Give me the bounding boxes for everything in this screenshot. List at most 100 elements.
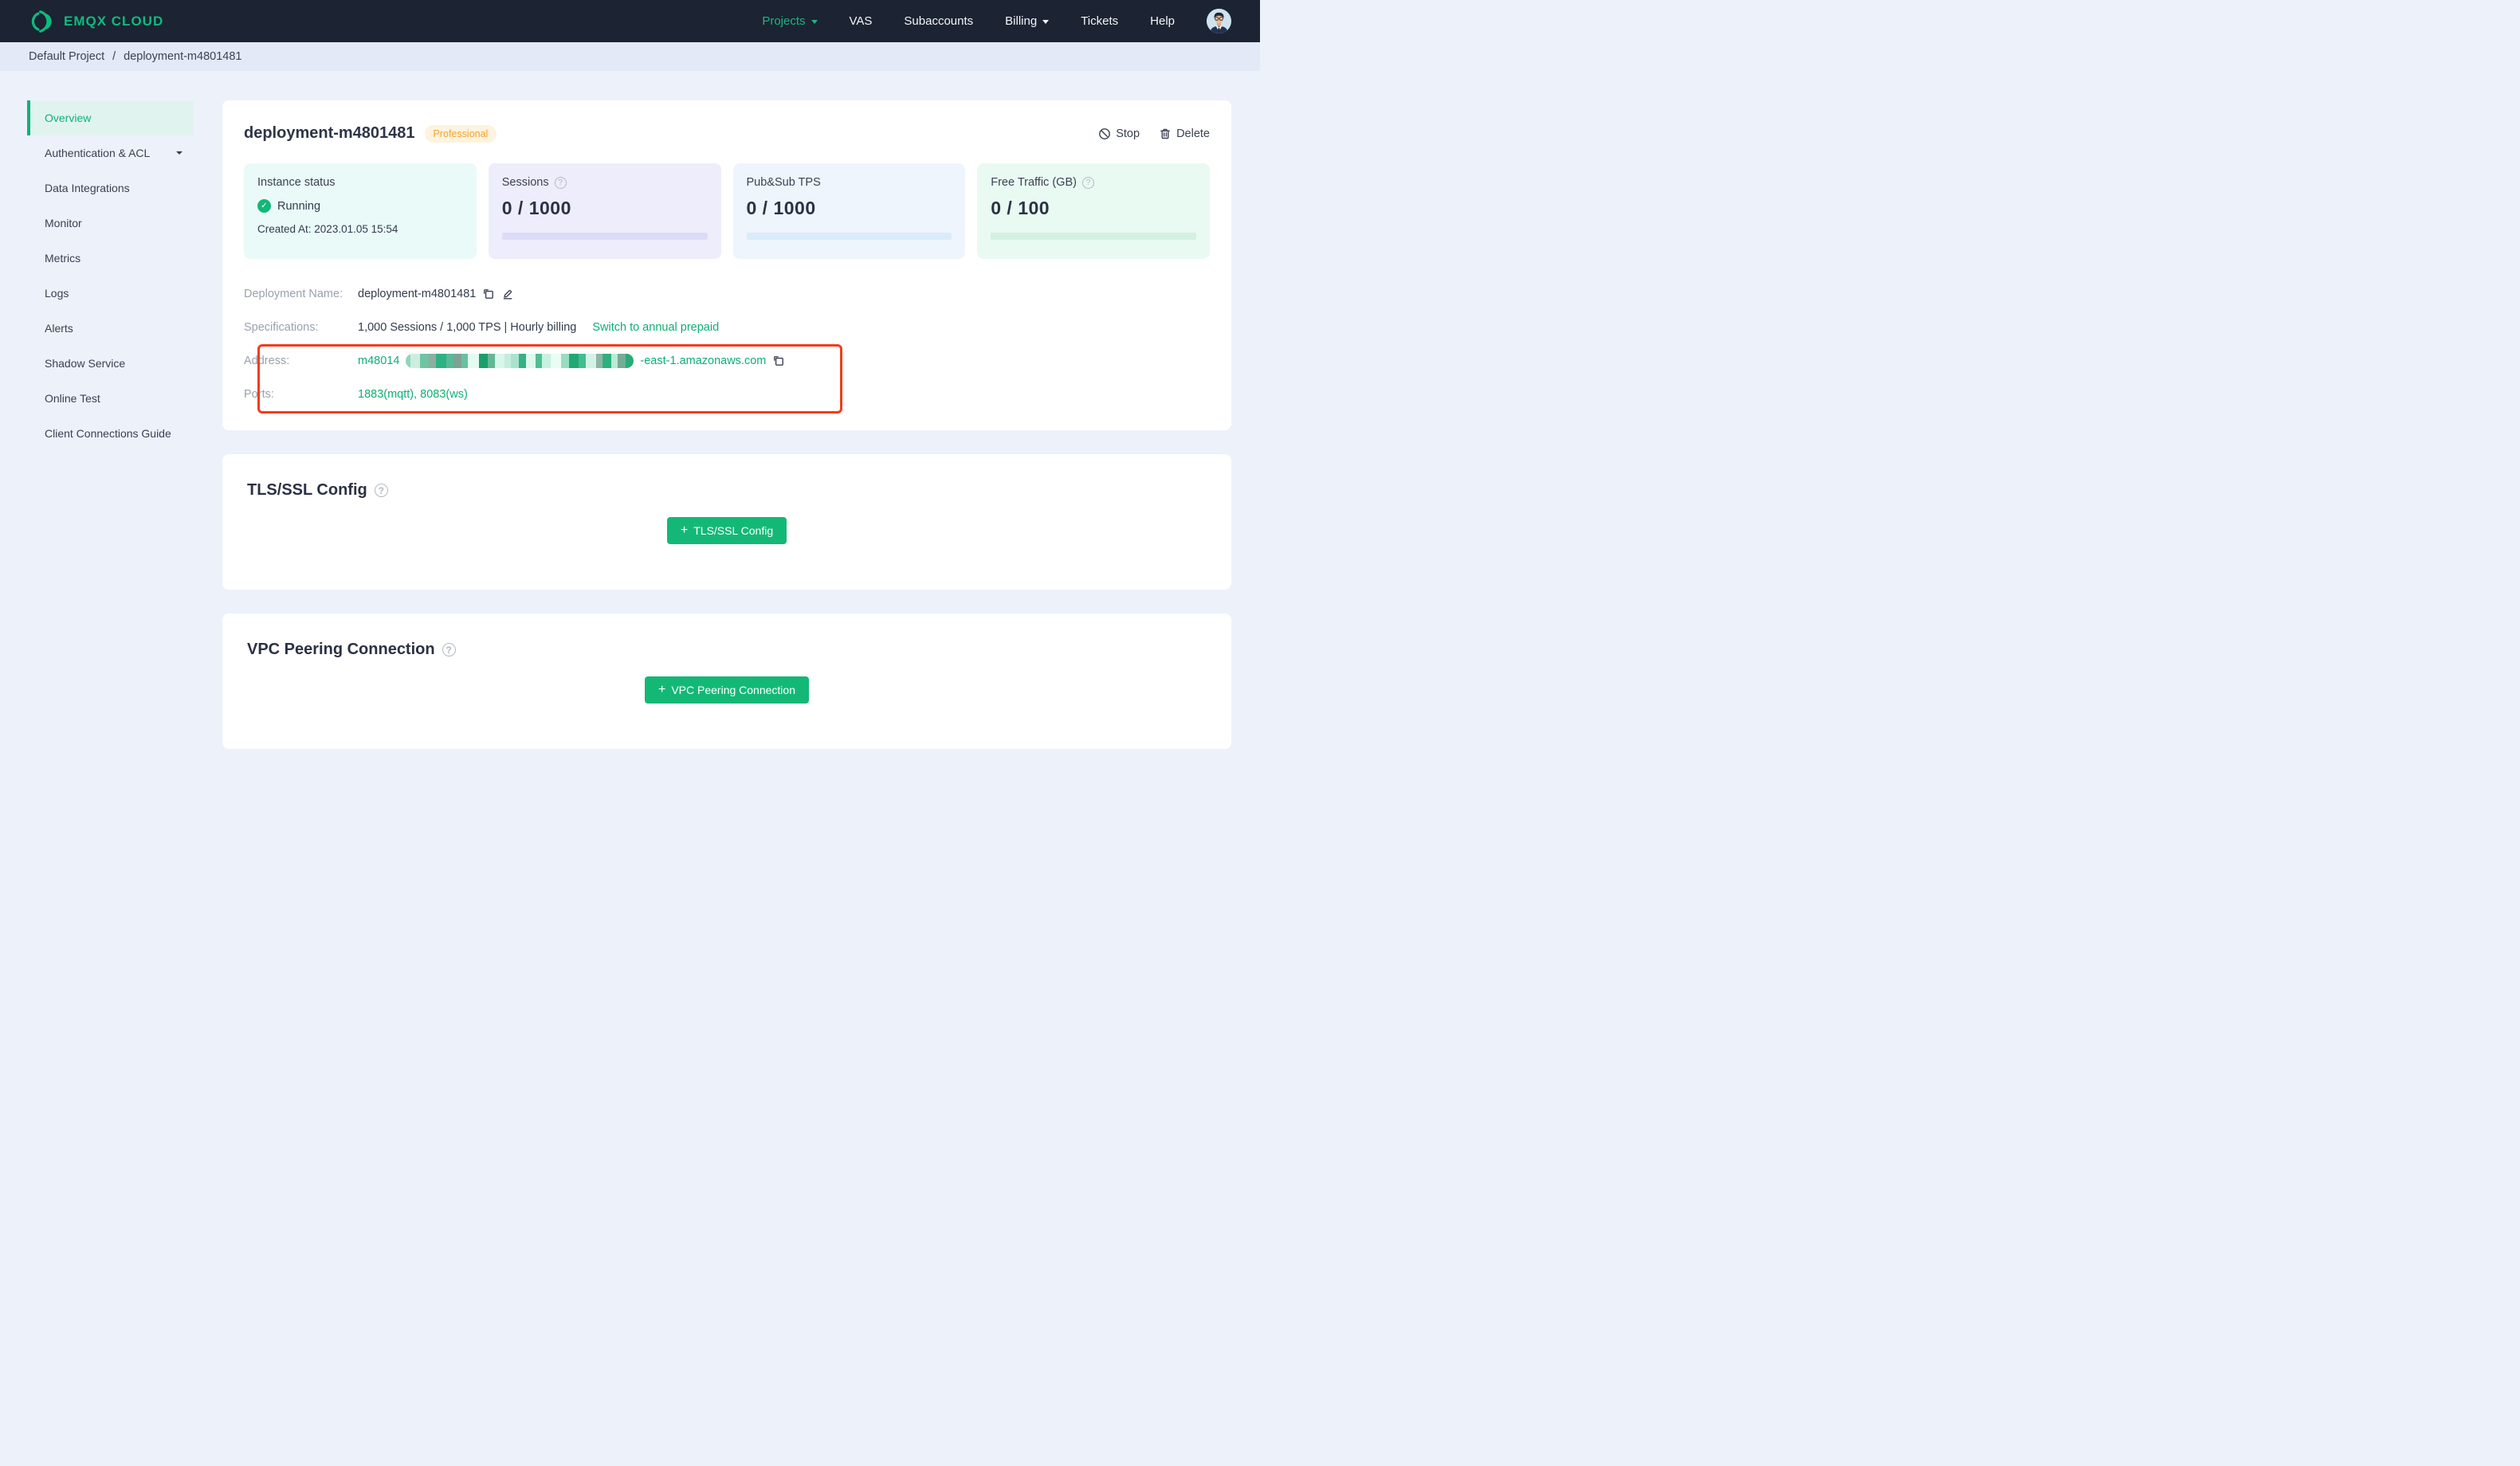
sidebar-item-online-test[interactable]: Online Test <box>27 381 194 416</box>
deployment-overview-card: deployment-m4801481 Professional Stop De… <box>222 100 1231 430</box>
sidebar-item-monitor[interactable]: Monitor <box>27 206 194 241</box>
brand-logo[interactable]: EMQX CLOUD <box>29 8 163 35</box>
user-avatar[interactable] <box>1207 9 1231 33</box>
redacted-block <box>569 354 579 368</box>
free-traffic-card: Free Traffic (GB) 0 / 100 <box>977 163 1210 259</box>
redacted-block <box>586 354 597 368</box>
specifications-row: Specifications: 1,000 Sessions / 1,000 T… <box>244 311 1210 344</box>
tls-ssl-title: TLS/SSL Config <box>247 481 367 499</box>
sidebar-item-logs[interactable]: Logs <box>27 276 194 311</box>
sidebar-item-data-integrations[interactable]: Data Integrations <box>27 171 194 206</box>
copy-button[interactable] <box>482 288 495 300</box>
free-traffic-progress-bar <box>991 233 1196 240</box>
redacted-block <box>410 354 421 368</box>
chevron-down-icon <box>176 151 183 155</box>
address-prefix: m48014 <box>358 355 400 367</box>
redacted-block <box>536 354 543 368</box>
copy-icon <box>774 356 784 366</box>
address-redacted <box>406 354 634 368</box>
delete-button[interactable]: Delete <box>1159 127 1210 140</box>
brand-name: EMQX CLOUD <box>64 13 164 29</box>
ports-row: Ports: 1883(mqtt), 8083(ws) <box>244 378 1210 411</box>
sidebar-item-alerts[interactable]: Alerts <box>27 311 194 346</box>
sidebar-item-client-connections-guide[interactable]: Client Connections Guide <box>27 416 194 451</box>
emqx-logo-icon <box>29 8 56 35</box>
page-title: deployment-m4801481 <box>244 124 415 142</box>
copy-address-button[interactable] <box>772 355 785 367</box>
redacted-block <box>626 354 634 368</box>
redacted-block <box>454 354 462 368</box>
address-row: Address: m48014 -east-1.amazonaws.com <box>244 344 1210 378</box>
redacted-block <box>579 354 587 368</box>
chevron-down-icon <box>1042 20 1050 24</box>
pubsub-tps-progress-bar <box>746 233 952 240</box>
edit-pencil-icon <box>504 289 512 300</box>
redacted-block <box>488 354 496 368</box>
deployment-name-value: deployment-m4801481 <box>358 288 477 300</box>
redacted-block <box>420 354 430 368</box>
free-traffic-label: Free Traffic (GB) <box>991 176 1077 189</box>
sessions-label: Sessions <box>501 176 549 189</box>
status-badge: Running <box>277 199 321 213</box>
sessions-progress-bar <box>501 233 708 240</box>
created-at-text: Created At: 2023.01.05 15:54 <box>257 223 398 235</box>
pubsub-tps-label: Pub&Sub TPS <box>746 176 821 189</box>
add-tls-ssl-config-button[interactable]: TLS/SSL Config <box>666 517 787 544</box>
deployment-name-label: Deployment Name: <box>244 288 343 300</box>
redacted-block <box>479 354 489 368</box>
redacted-block <box>468 354 480 368</box>
chevron-down-icon <box>811 20 818 24</box>
nav-item-tickets[interactable]: Tickets <box>1081 14 1118 28</box>
breadcrumb: Default Project / deployment-m4801481 <box>0 42 1260 71</box>
nav-item-vas[interactable]: VAS <box>850 14 873 28</box>
sidebar-item-overview[interactable]: Overview <box>27 100 194 135</box>
top-navbar: EMQX CLOUD Projects VAS Subaccounts Bill… <box>0 0 1260 42</box>
help-icon[interactable] <box>554 176 567 189</box>
plan-badge: Professional <box>424 124 497 143</box>
redacted-block <box>551 354 562 368</box>
pubsub-tps-value: 0 / 1000 <box>746 198 816 218</box>
switch-annual-prepaid-link[interactable]: Switch to annual prepaid <box>592 321 719 334</box>
help-icon[interactable] <box>442 643 456 657</box>
nav-item-help[interactable]: Help <box>1150 14 1175 28</box>
redacted-block <box>519 354 527 368</box>
specifications-value: 1,000 Sessions / 1,000 TPS | Hourly bill… <box>358 321 577 334</box>
tls-ssl-section-card: TLS/SSL Config TLS/SSL Config <box>222 454 1231 590</box>
ports-label: Ports: <box>244 388 274 401</box>
redacted-block <box>495 354 505 368</box>
help-icon[interactable] <box>1081 176 1094 189</box>
sidebar-item-metrics[interactable]: Metrics <box>27 241 194 276</box>
sidebar-item-authentication-acl[interactable]: Authentication & ACL <box>27 135 194 171</box>
nav-item-billing[interactable]: Billing <box>1005 14 1050 28</box>
redacted-block <box>461 354 469 368</box>
sessions-value: 0 / 1000 <box>501 198 571 218</box>
help-icon[interactable] <box>374 484 388 497</box>
stop-button[interactable]: Stop <box>1098 127 1140 140</box>
redacted-block <box>429 354 437 368</box>
redacted-block <box>611 354 618 368</box>
address-label: Address: <box>244 355 290 367</box>
redacted-block <box>526 354 536 368</box>
sidebar-item-shadow-service[interactable]: Shadow Service <box>27 346 194 381</box>
breadcrumb-current: deployment-m4801481 <box>124 50 242 63</box>
address-suffix: -east-1.amazonaws.com <box>640 355 767 367</box>
redacted-block <box>504 354 512 368</box>
instance-status-card: Instance status Running Created At: 2023… <box>244 163 477 259</box>
instance-status-label: Instance status <box>257 176 336 189</box>
running-check-icon <box>257 199 271 213</box>
free-traffic-value: 0 / 100 <box>991 198 1050 218</box>
breadcrumb-separator: / <box>112 50 116 63</box>
add-vpc-peering-button[interactable]: VPC Peering Connection <box>645 676 809 704</box>
redacted-block <box>511 354 520 368</box>
stop-icon <box>1099 127 1111 139</box>
redacted-block <box>603 354 612 368</box>
nav-item-subaccounts[interactable]: Subaccounts <box>904 14 973 28</box>
pubsub-tps-card: Pub&Sub TPS 0 / 1000 <box>732 163 966 259</box>
specifications-label: Specifications: <box>244 321 319 334</box>
nav-item-projects[interactable]: Projects <box>762 14 818 28</box>
vpc-peering-section-card: VPC Peering Connection VPC Peering Conne… <box>222 613 1231 749</box>
breadcrumb-project[interactable]: Default Project <box>29 50 104 63</box>
edit-button[interactable] <box>501 288 514 300</box>
redacted-block <box>596 354 603 368</box>
redacted-block <box>436 354 447 368</box>
